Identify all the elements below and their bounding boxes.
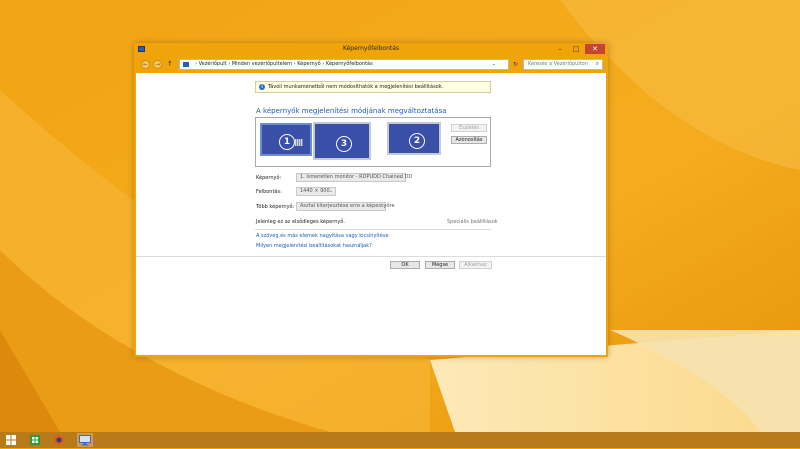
close-button[interactable]: ✕	[585, 44, 605, 54]
breadcrumb-path: › Vezérlőpult › Minden vezérlőpultelem ›…	[195, 61, 373, 67]
monitor-number: 1	[279, 134, 295, 150]
resolution-select-value: 1440 × 900	[300, 188, 330, 194]
maximize-button[interactable]: □	[568, 44, 584, 54]
search-icon[interactable]: ⌕	[596, 60, 599, 68]
resolution-label: Felbontás:	[256, 189, 282, 195]
breadcrumb[interactable]: › Vezérlőpult › Minden vezérlőpultelem ›…	[179, 59, 509, 70]
control-panel-icon	[183, 62, 189, 67]
monitor-3[interactable]: 3	[313, 122, 371, 160]
display-select[interactable]: 1. Ismeretlen monitor - RDPUDD Chained D…	[296, 173, 412, 182]
display-settings-help-link[interactable]: Milyen megjelenítési beállításokat haszn…	[256, 243, 372, 249]
breadcrumb-item-display[interactable]: Képernyő	[297, 61, 321, 67]
monitor-2[interactable]: 2	[387, 122, 441, 155]
monitor-number: 2	[409, 133, 425, 149]
cancel-button[interactable]: Mégse	[425, 261, 455, 269]
monitor-arrangement-preview: 1 3 2 Észlelés Azonosítás	[255, 117, 491, 167]
breadcrumb-separator: ›	[195, 61, 197, 67]
info-bar: i Távoli munkamenetből nem módosíthatók …	[255, 81, 491, 93]
resolution-select[interactable]: 1440 × 900 ⌄	[296, 187, 336, 196]
divider	[136, 256, 606, 257]
screen-resolution-window: Képernyőfelbontás – □ ✕ ← → ↑ › Vezérlőp…	[134, 43, 608, 357]
advanced-settings-link[interactable]: Speciális beállítások	[447, 219, 498, 225]
address-bar: ← → ↑ › Vezérlőpult › Minden vezérlőpult…	[137, 58, 605, 71]
ok-button[interactable]: OK	[390, 261, 420, 269]
info-bar-text: Távoli munkamenetből nem módosíthatók a …	[268, 84, 444, 90]
taskbar	[0, 432, 800, 448]
firefox-icon[interactable]	[51, 433, 67, 447]
identify-button[interactable]: Azonosítás	[451, 136, 487, 144]
window-content: i Távoli munkamenetből nem módosíthatók …	[136, 73, 606, 355]
breadcrumb-separator: ›	[322, 61, 325, 67]
back-button[interactable]: ←	[141, 60, 150, 69]
display-select-value: 1. Ismeretlen monitor - RDPUDD Chained D…	[300, 174, 413, 180]
breadcrumb-item-control-panel[interactable]: Vezérlőpult	[199, 61, 227, 67]
title-bar[interactable]: Képernyőfelbontás – □ ✕	[134, 43, 608, 56]
up-button[interactable]: ↑	[167, 60, 173, 68]
monitor-1[interactable]: 1	[260, 123, 312, 156]
multiple-displays-label: Több képernyő:	[256, 204, 295, 210]
monitor-number: 3	[336, 136, 352, 152]
chevron-down-icon: ⌄	[328, 188, 333, 194]
remote-desktop-icon[interactable]	[77, 433, 93, 447]
refresh-button[interactable]: ↻	[511, 60, 520, 69]
search-input[interactable]: Keresés a Vezérlőpulton ⌕	[523, 59, 603, 70]
start-icon[interactable]	[3, 433, 19, 447]
search-placeholder: Keresés a Vezérlőpulton	[528, 61, 588, 67]
info-icon: i	[259, 84, 265, 90]
breadcrumb-separator: ›	[228, 61, 231, 67]
apply-button[interactable]: Alkalmaz	[459, 261, 492, 269]
multiple-displays-select[interactable]: Asztal kiterjesztése erre a képernyőre ⌄	[296, 202, 395, 211]
forward-button[interactable]: →	[153, 60, 162, 69]
chevron-down-icon: ⌄	[378, 203, 383, 209]
taskbar-grid-icon	[295, 139, 303, 146]
text-size-link[interactable]: A szöveg és más elemek nagyítása vagy ki…	[256, 233, 389, 239]
page-heading: A képernyők megjelenítési módjának megvá…	[256, 107, 447, 115]
breadcrumb-separator: ›	[293, 61, 296, 67]
detect-button[interactable]: Észlelés	[451, 124, 487, 132]
divider	[255, 229, 491, 230]
display-label: Képernyő:	[256, 175, 282, 181]
chevron-down-icon: ⌄	[398, 174, 403, 180]
breadcrumb-item-all-items[interactable]: Minden vezérlőpultelem	[232, 61, 292, 67]
store-icon[interactable]	[27, 433, 43, 447]
window-title: Képernyőfelbontás	[342, 45, 400, 52]
minimize-button[interactable]: –	[552, 44, 568, 54]
address-history-chevron-icon[interactable]: ⌄	[492, 61, 496, 67]
primary-display-text: Jelenleg ez az elsődleges képernyő.	[256, 219, 345, 225]
breadcrumb-item-screen-resolution[interactable]: Képernyőfelbontás	[326, 61, 373, 67]
